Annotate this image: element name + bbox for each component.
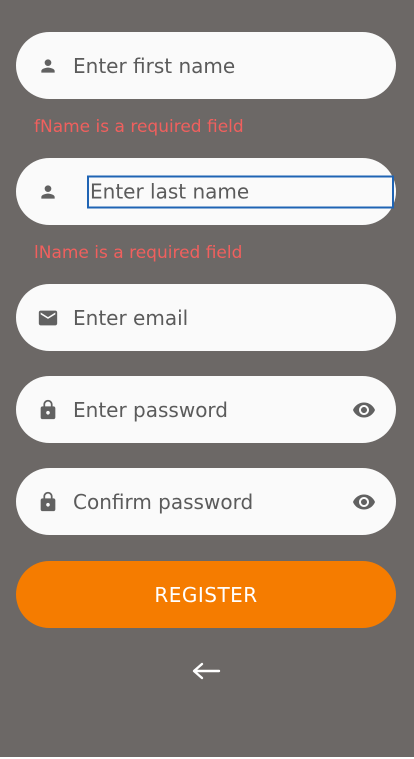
confirm-password-field[interactable] bbox=[16, 468, 396, 535]
last-name-field[interactable] bbox=[16, 158, 396, 225]
person-icon bbox=[37, 55, 59, 77]
email-input[interactable] bbox=[73, 302, 373, 333]
arrow-left-icon[interactable] bbox=[190, 657, 222, 685]
register-screen: fName is a required field lName is a req… bbox=[0, 0, 414, 757]
lock-icon bbox=[37, 491, 59, 513]
register-button[interactable]: REGISTER bbox=[16, 561, 396, 628]
first-name-input[interactable] bbox=[73, 50, 373, 81]
person-icon bbox=[37, 181, 59, 203]
password-input[interactable] bbox=[73, 394, 373, 425]
last-name-input[interactable] bbox=[87, 175, 394, 208]
lock-icon bbox=[37, 399, 59, 421]
password-field[interactable] bbox=[16, 376, 396, 443]
first-name-field[interactable] bbox=[16, 32, 396, 99]
mail-icon bbox=[37, 307, 59, 329]
first-name-error: fName is a required field bbox=[34, 117, 244, 137]
confirm-password-input[interactable] bbox=[73, 486, 373, 517]
email-field[interactable] bbox=[16, 284, 396, 351]
eye-icon[interactable] bbox=[352, 490, 376, 514]
eye-icon[interactable] bbox=[352, 398, 376, 422]
last-name-error: lName is a required field bbox=[34, 243, 243, 263]
